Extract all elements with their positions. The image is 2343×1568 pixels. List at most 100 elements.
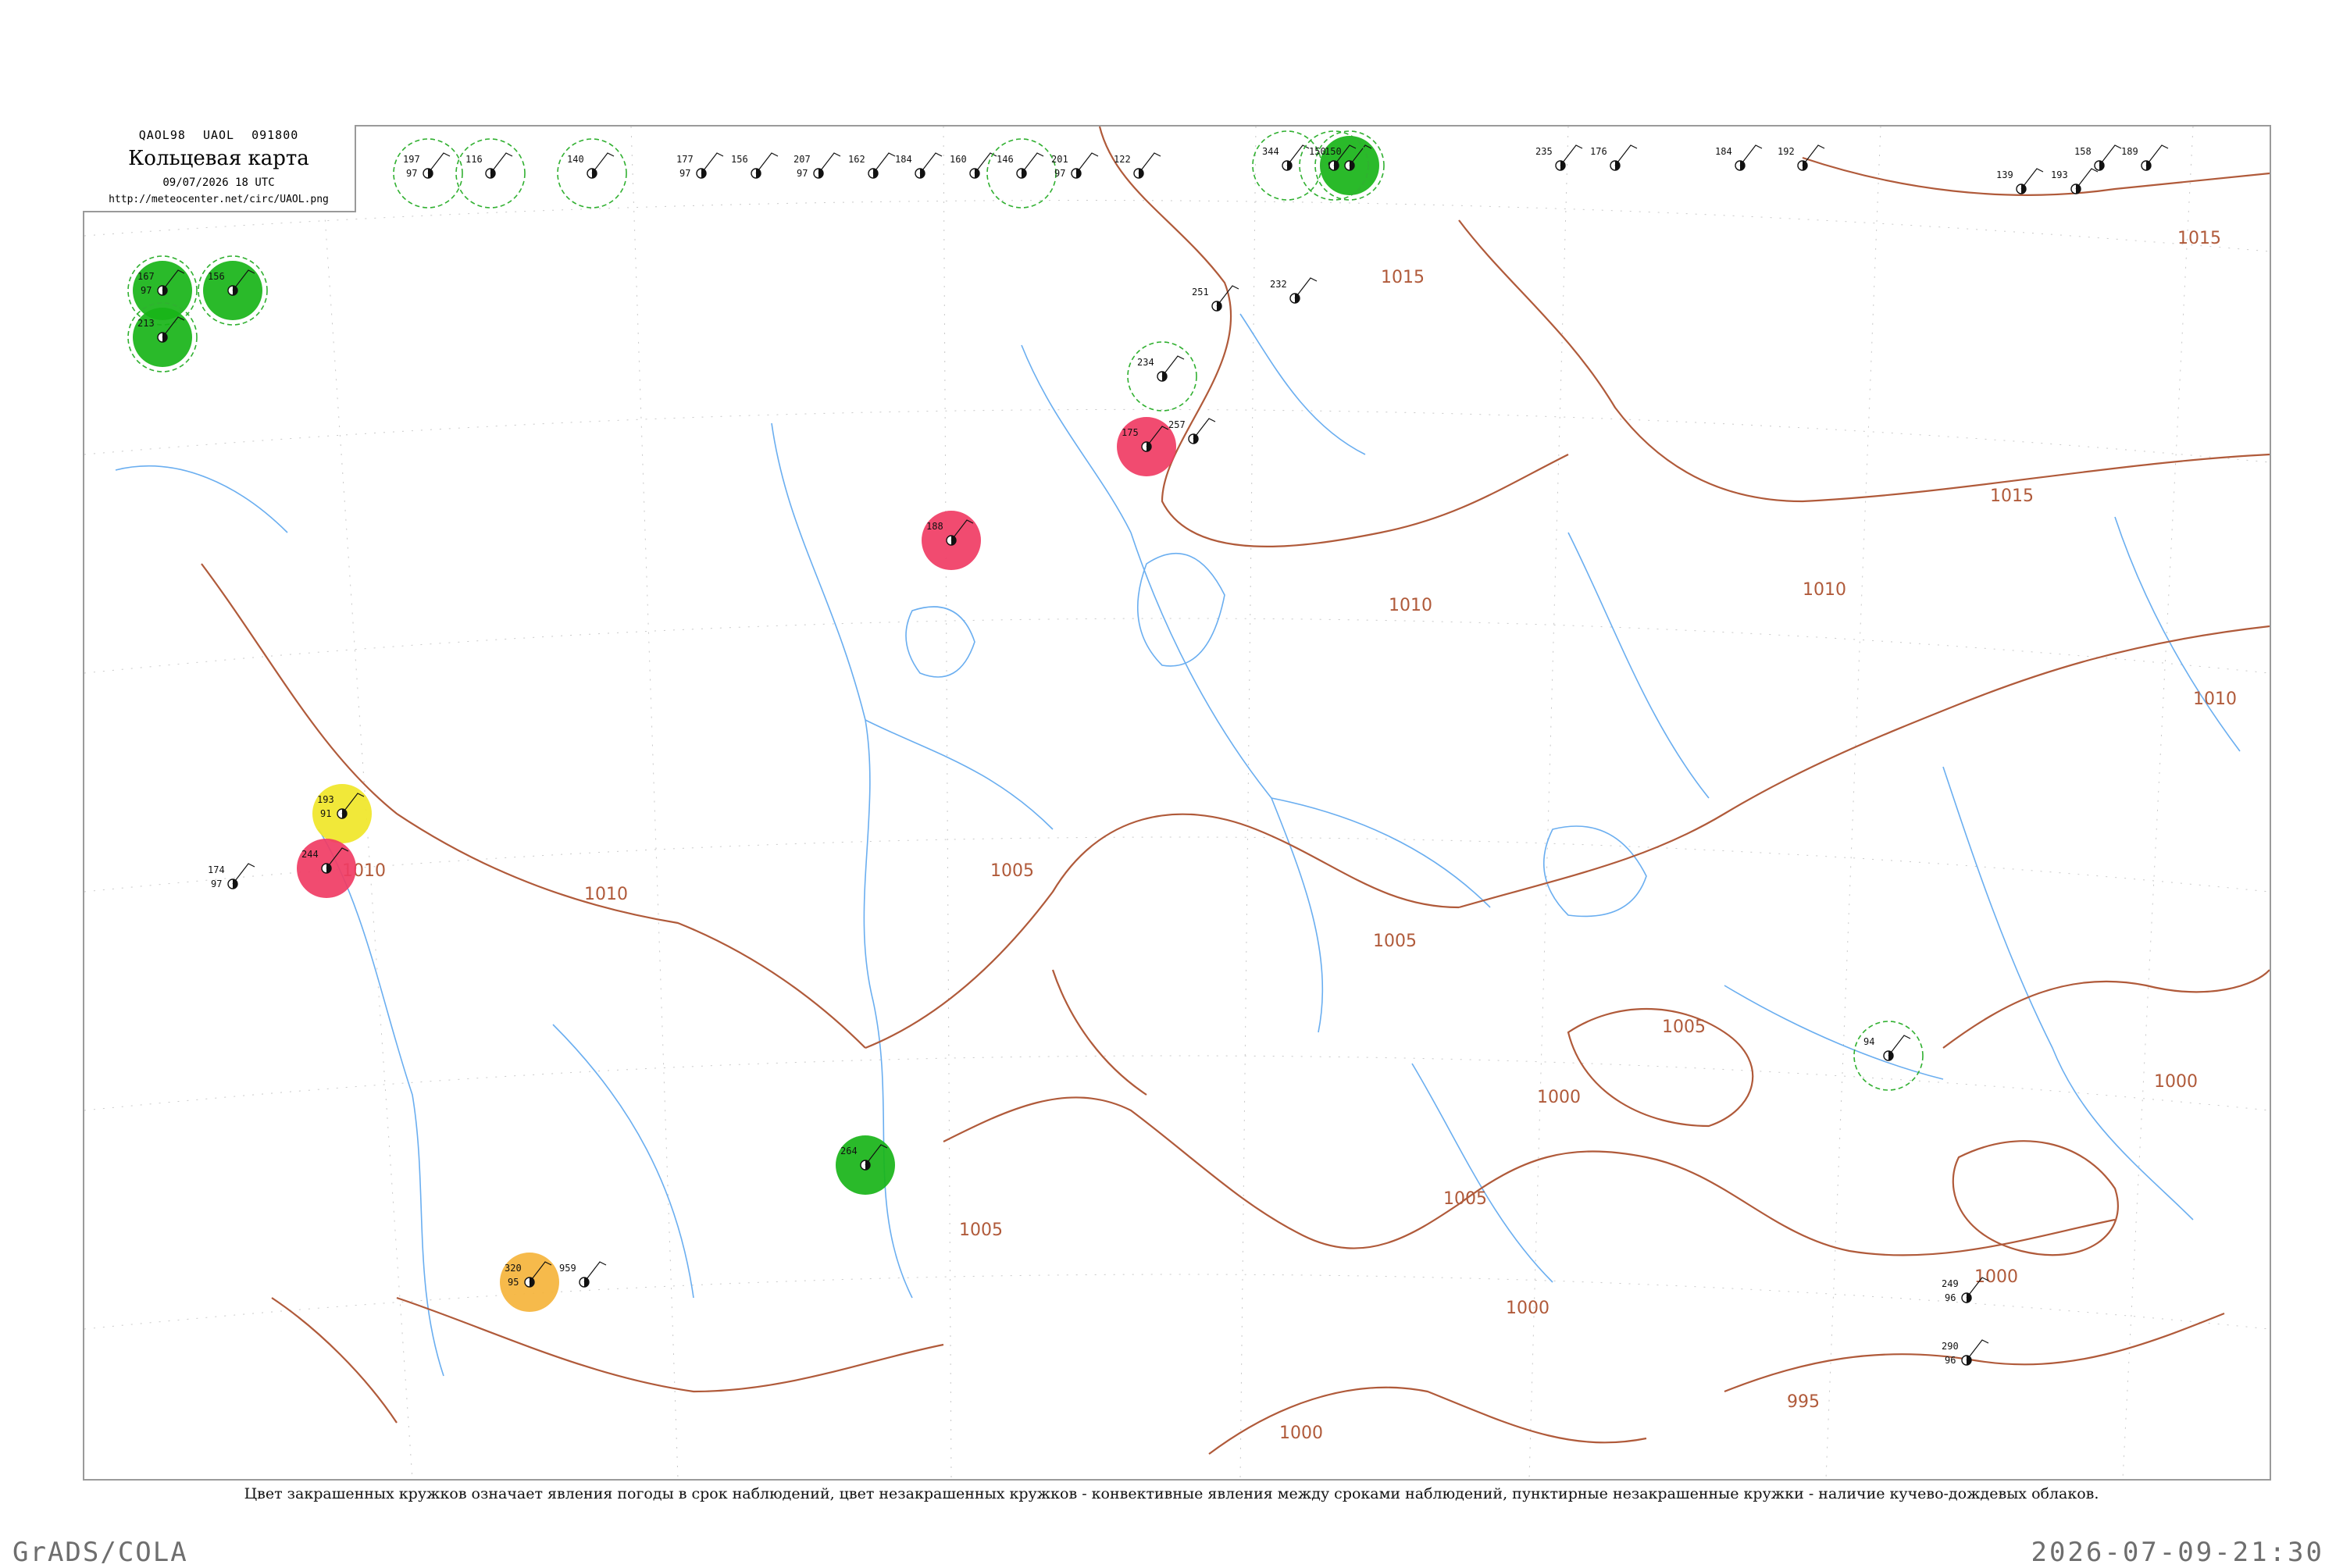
- bulletin-code: UAOL: [202, 128, 235, 142]
- isobar-label: 1000: [1506, 1299, 1550, 1318]
- station-pressure: 160: [950, 154, 967, 165]
- bulletin-codes: QAOL98 UAOL 091800: [83, 128, 355, 142]
- station-model: 17797: [676, 152, 724, 179]
- station-pressure: 192: [1778, 146, 1795, 157]
- station-pressure: 140: [567, 154, 584, 165]
- river-line: [1942, 766, 2194, 1221]
- station-model: 959: [559, 1261, 607, 1288]
- isobar-label: 1010: [584, 885, 628, 904]
- station-pressure: 156: [208, 271, 225, 282]
- isobar-line: [1802, 156, 2270, 196]
- station-model: 188: [922, 511, 981, 570]
- station-model: 184: [1715, 144, 1763, 171]
- station-model: 32095: [500, 1253, 559, 1312]
- station-pressure: 959: [559, 1263, 576, 1274]
- station-pressure: 122: [1114, 154, 1131, 165]
- station-model: 156: [198, 255, 268, 326]
- map-caption: Цвет закрашенных кружков означает явлени…: [244, 1485, 2099, 1502]
- station-model: 234: [1127, 341, 1197, 412]
- graticule: [84, 127, 2270, 1479]
- map-legend-box: QAOL98 UAOL 091800 Кольцевая карта 09/07…: [83, 125, 356, 212]
- isobar-label: 1010: [1803, 580, 1846, 600]
- lake-outline: [1543, 825, 1647, 918]
- station-pressure: 177: [676, 154, 694, 165]
- station-value: 97: [679, 168, 690, 179]
- isobar-label: 1015: [1381, 268, 1425, 287]
- station-pressure: 344: [1262, 146, 1279, 157]
- isobar-label: 1015: [2177, 229, 2221, 248]
- station-pressure: 188: [926, 521, 943, 532]
- isobar-label: 1000: [1974, 1267, 2018, 1287]
- isobar-labels: 1015101510101010101010101010100510051005…: [342, 229, 2237, 1443]
- station-value: 97: [406, 168, 417, 179]
- station-model: 15097: [1314, 130, 1385, 201]
- map-url: http://meteocenter.net/circ/UAOL.png: [109, 194, 329, 205]
- isobar-line: [1567, 1008, 1754, 1128]
- isobar-label: 1005: [1373, 932, 1417, 951]
- station-model: 344: [1252, 130, 1322, 201]
- station-pressure: 249: [1942, 1278, 1959, 1289]
- station-model: 19797: [393, 138, 463, 208]
- isobar-label: 1015: [1990, 486, 2034, 506]
- river-line: [1567, 532, 1710, 799]
- river-line: [1411, 1063, 1553, 1283]
- station-model: 176: [1590, 144, 1638, 171]
- station-value: 95: [508, 1277, 519, 1288]
- station-pressure: 184: [895, 154, 912, 165]
- station-value: 97: [797, 168, 808, 179]
- station-model: 192: [1778, 144, 1825, 171]
- station-model: 156: [731, 152, 779, 179]
- station-pressure: 167: [137, 271, 155, 282]
- isobar-line: [865, 813, 1460, 1049]
- river-line: [1021, 344, 1132, 533]
- isobar-line: [1458, 1150, 2116, 1256]
- isobar-label: 995: [1787, 1392, 1820, 1412]
- station-pressure: 156: [731, 154, 748, 165]
- station-pressure: 150: [1309, 146, 1326, 157]
- station-model: 189: [2121, 144, 2169, 171]
- footer-software: GrADS/COLA: [12, 1537, 188, 1568]
- isobar-label: 1000: [1537, 1088, 1581, 1107]
- isobar-line: [1458, 625, 2270, 909]
- river-line: [865, 719, 1054, 830]
- isobar-line: [201, 563, 866, 1049]
- rivers: [115, 313, 2241, 1377]
- station-pressure: 244: [301, 849, 319, 860]
- station-model: 139: [1996, 168, 2044, 194]
- station-model: 264: [836, 1135, 895, 1195]
- station-model: 116: [455, 138, 526, 208]
- station-pressure: 150: [1325, 146, 1342, 157]
- isobar-line: [271, 1297, 398, 1424]
- footer-timestamp: 2026-07-09-21:30: [2031, 1537, 2324, 1568]
- station-pressure: 146: [997, 154, 1014, 165]
- isobar-label: 1005: [990, 861, 1034, 881]
- lake-outline: [1136, 552, 1225, 667]
- station-pressure: 232: [1270, 279, 1287, 290]
- isobar-line: [1208, 1386, 1647, 1455]
- isobar-line: [1942, 969, 2270, 1049]
- station-pressure: 251: [1192, 287, 1209, 298]
- station-pressure: 174: [208, 864, 225, 875]
- station-pressure: 234: [1137, 357, 1154, 368]
- station-value: 97: [1054, 168, 1065, 179]
- station-pressure: 184: [1715, 146, 1732, 157]
- isobar-label: 1005: [959, 1221, 1003, 1240]
- station-pressure: 290: [1942, 1341, 1959, 1352]
- isobar-line: [396, 1296, 944, 1393]
- river-line: [2114, 516, 2241, 752]
- river-line: [1724, 985, 1944, 1080]
- station-model: 122: [1114, 152, 1161, 179]
- river-line: [1130, 532, 1324, 1033]
- station-pressure: 94: [1863, 1036, 1874, 1047]
- synoptic-map: 1015 1015 1010 1010 1010 1010 1010 1005 1005 1005…: [83, 125, 2271, 1481]
- lake-outline: [905, 606, 975, 678]
- station-pressure: 213: [137, 318, 155, 329]
- station-model: 19391: [312, 784, 372, 843]
- station-model: 175: [1117, 417, 1176, 476]
- isobar-line: [1051, 969, 1147, 1096]
- river-line: [552, 1024, 694, 1299]
- station-pressure: 235: [1535, 146, 1553, 157]
- bulletin-code: QAOL98: [138, 128, 186, 142]
- station-pressure: 139: [1996, 169, 2013, 180]
- station-pressure: 193: [317, 794, 334, 805]
